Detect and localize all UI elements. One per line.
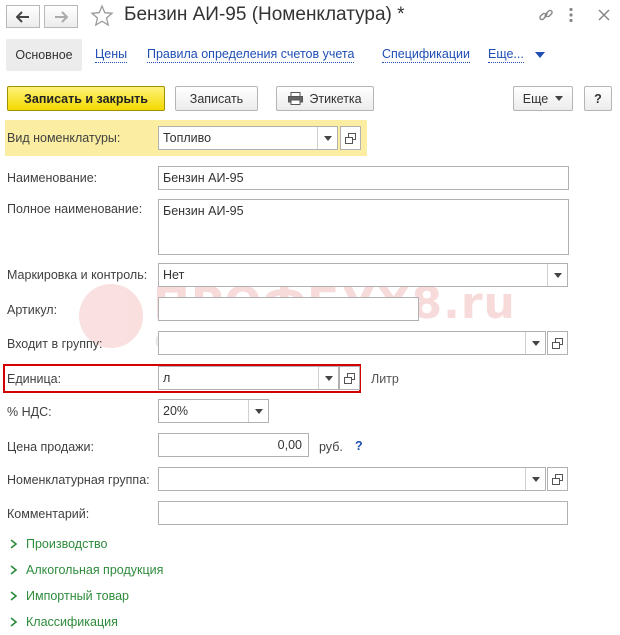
unit-label: Единица:: [7, 372, 62, 386]
forward-button[interactable]: [44, 5, 78, 28]
menu-dots-icon[interactable]: [568, 7, 574, 23]
tab-specifications[interactable]: Спецификации: [382, 47, 470, 63]
group-production[interactable]: Производство: [10, 537, 108, 551]
comment-input[interactable]: [158, 501, 568, 525]
group-alcohol-label: Алкогольная продукция: [26, 563, 164, 577]
unit-dropdown[interactable]: [318, 367, 338, 389]
group-classification-label: Классификация: [26, 615, 118, 629]
marking-dropdown[interactable]: [547, 264, 567, 286]
open-window-icon: [552, 337, 563, 349]
chevron-down-icon[interactable]: [535, 52, 545, 58]
save-close-button[interactable]: Записать и закрыть: [7, 86, 165, 111]
chevron-down-icon: [323, 135, 332, 141]
unit-value: л: [163, 371, 171, 385]
chevron-down-icon: [553, 272, 562, 278]
name-label: Наименование:: [7, 171, 98, 185]
chevron-right-icon: [10, 617, 17, 627]
chevron-down-icon: [531, 476, 540, 482]
group-import[interactable]: Импортный товар: [10, 589, 129, 603]
price-label: Цена продажи:: [7, 440, 94, 454]
type-value: Топливо: [163, 131, 212, 145]
type-label: Вид номенклатуры:: [7, 131, 121, 145]
price-help-link[interactable]: ?: [355, 439, 363, 453]
chevron-down-icon: [254, 408, 263, 414]
help-button[interactable]: ?: [584, 86, 612, 111]
marking-value: Нет: [163, 268, 185, 282]
more-button[interactable]: Еще: [513, 86, 573, 111]
save-button[interactable]: Записать: [175, 86, 258, 111]
tab-more[interactable]: Еще...: [488, 47, 524, 63]
nom-group-select[interactable]: [158, 467, 546, 491]
chevron-down-icon: [324, 375, 333, 381]
unit-open-button[interactable]: [339, 366, 360, 390]
tab-prices[interactable]: Цены: [95, 47, 128, 63]
chevron-down-icon: [531, 340, 540, 346]
price-input[interactable]: 0,00: [158, 433, 309, 457]
link-icon[interactable]: [538, 7, 554, 23]
printer-icon: [288, 92, 304, 105]
chevron-right-icon: [10, 565, 17, 575]
full-name-textarea[interactable]: Бензин АИ-95: [158, 199, 569, 255]
type-open-button[interactable]: [340, 126, 361, 150]
price-value: 0,00: [277, 438, 302, 452]
comment-label: Комментарий:: [7, 507, 90, 521]
group-alcohol[interactable]: Алкогольная продукция: [10, 563, 163, 577]
window-title: Бензин АИ-95 (Номенклатура) *: [124, 4, 405, 25]
close-icon[interactable]: [598, 9, 610, 21]
chevron-down-icon: [555, 96, 564, 101]
nom-group-label: Номенклатурная группа:: [7, 473, 150, 487]
nom-group-open-button[interactable]: [547, 467, 568, 491]
full-name-label: Полное наименование:: [7, 202, 143, 216]
tab-main[interactable]: Основное: [6, 39, 82, 71]
type-dropdown[interactable]: [317, 127, 337, 149]
chevron-right-icon: [10, 539, 17, 549]
nom-group-dropdown[interactable]: [525, 468, 545, 490]
full-name-value: Бензин АИ-95: [163, 204, 244, 218]
unit-full-name: Литр: [371, 372, 399, 386]
name-input[interactable]: Бензин АИ-95: [158, 166, 569, 190]
open-window-icon: [552, 473, 563, 485]
more-button-label: Еще: [522, 91, 549, 106]
chevron-right-icon: [10, 591, 17, 601]
group-label: Входит в группу:: [7, 337, 103, 351]
name-value: Бензин АИ-95: [163, 171, 244, 185]
vat-label: % НДС:: [7, 405, 52, 419]
type-select[interactable]: Топливо: [158, 126, 338, 150]
open-window-icon: [345, 132, 356, 144]
marking-select[interactable]: Нет: [158, 263, 568, 287]
open-window-icon: [344, 372, 355, 384]
group-production-label: Производство: [26, 537, 108, 551]
group-select[interactable]: [158, 331, 546, 355]
group-open-button[interactable]: [547, 331, 568, 355]
marking-label: Маркировка и контроль:: [7, 268, 148, 282]
article-label: Артикул:: [7, 303, 58, 317]
vat-dropdown[interactable]: [248, 400, 268, 422]
article-input[interactable]: [158, 297, 419, 321]
back-button[interactable]: [6, 5, 40, 28]
group-import-label: Импортный товар: [26, 589, 129, 603]
arrow-left-icon: [16, 10, 29, 23]
vat-value: 20%: [163, 404, 189, 418]
unit-select[interactable]: л: [158, 366, 339, 390]
group-dropdown[interactable]: [525, 332, 545, 354]
group-classification[interactable]: Классификация: [10, 615, 118, 629]
print-label-text: Этикетка: [309, 91, 362, 106]
tab-accounting-rules[interactable]: Правила определения счетов учета: [147, 47, 355, 63]
price-currency: руб.: [319, 440, 343, 454]
star-icon[interactable]: [90, 4, 114, 28]
print-label-button[interactable]: Этикетка: [276, 86, 374, 111]
vat-select[interactable]: 20%: [158, 399, 269, 423]
arrow-right-icon: [55, 10, 68, 23]
